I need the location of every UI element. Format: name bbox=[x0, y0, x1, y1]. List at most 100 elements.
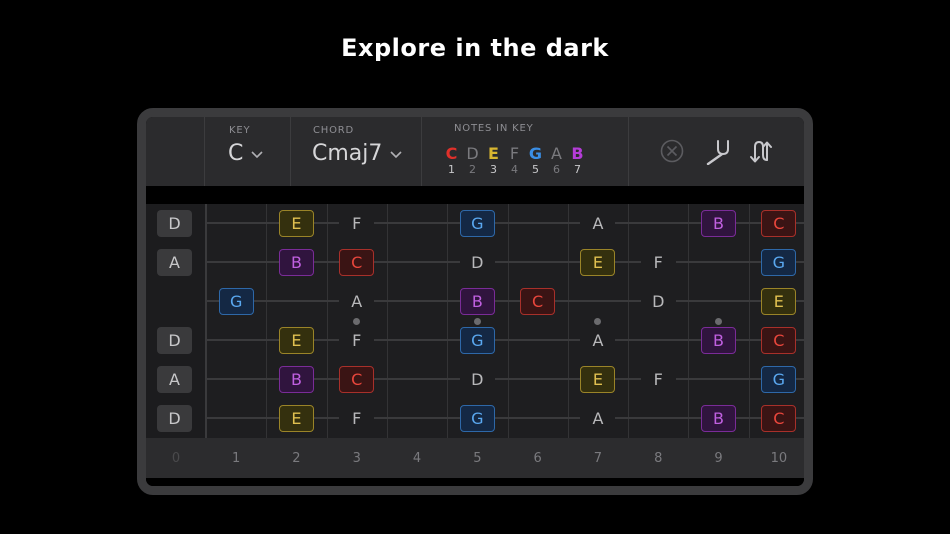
fret-number: 1 bbox=[232, 450, 241, 466]
scale-note[interactable]: A bbox=[580, 327, 616, 354]
key-note-degree: 3 bbox=[490, 163, 497, 176]
key-note-name: B bbox=[571, 144, 584, 163]
fret-number: 0 bbox=[171, 450, 181, 466]
open-string-note[interactable]: A bbox=[157, 249, 192, 276]
chord-tone-note[interactable]: C bbox=[761, 405, 797, 432]
key-note-degree: 6 bbox=[553, 163, 560, 176]
chord-tone-note[interactable]: B bbox=[701, 327, 737, 354]
fret-number: 8 bbox=[654, 450, 663, 466]
scale-note[interactable]: F bbox=[640, 366, 676, 393]
clear-icon[interactable] bbox=[658, 137, 686, 165]
key-note-name: E bbox=[488, 144, 499, 163]
key-value: C bbox=[228, 141, 244, 166]
scale-note[interactable]: F bbox=[339, 327, 375, 354]
divider bbox=[204, 117, 205, 186]
key-note: B7 bbox=[569, 144, 586, 177]
key-note-degree: 5 bbox=[532, 163, 539, 176]
chord-tone-note[interactable]: B bbox=[459, 288, 495, 315]
key-note-degree: 1 bbox=[448, 163, 455, 176]
key-note: G5 bbox=[527, 144, 544, 177]
fret-inlay-dot bbox=[473, 318, 481, 325]
chevron-down-icon bbox=[251, 150, 263, 158]
chord-tone-note[interactable]: C bbox=[761, 327, 797, 354]
scale-note[interactable]: D bbox=[640, 288, 676, 315]
scale-note[interactable]: F bbox=[640, 249, 676, 276]
chord-tone-note[interactable]: B bbox=[701, 405, 737, 432]
chord-selector[interactable]: Cmaj7 bbox=[312, 141, 404, 166]
chord-value: Cmaj7 bbox=[312, 141, 383, 166]
key-note: C1 bbox=[443, 144, 460, 177]
scale-note[interactable]: A bbox=[580, 405, 616, 432]
scale-note[interactable]: D bbox=[459, 249, 495, 276]
key-note: D2 bbox=[464, 144, 481, 177]
fret-inlay-dot bbox=[594, 318, 602, 325]
open-string-note[interactable]: D bbox=[157, 210, 192, 237]
fret-wire bbox=[266, 204, 268, 438]
chord-tone-note[interactable]: C bbox=[761, 210, 797, 237]
key-note-name: A bbox=[551, 144, 562, 163]
fret-number: 2 bbox=[292, 450, 301, 466]
fretboard[interactable]: 0 1 2 3 4 5 6 7 8 9 10 DEFGABCABCDEFGGABCDEDEFGABC… bbox=[146, 204, 804, 478]
divider bbox=[421, 117, 422, 186]
key-note-name: C bbox=[445, 144, 458, 163]
key-note-degree: 4 bbox=[511, 163, 518, 176]
open-string-note[interactable]: D bbox=[157, 327, 192, 354]
fret-wire bbox=[628, 204, 630, 438]
key-selector[interactable]: C bbox=[228, 141, 265, 166]
scale-note[interactable]: A bbox=[339, 288, 375, 315]
chord-tone-note[interactable]: B bbox=[278, 249, 314, 276]
chord-tone-note[interactable]: G bbox=[459, 210, 495, 237]
key-note-degree: 2 bbox=[469, 163, 476, 176]
chord-tone-note[interactable]: B bbox=[278, 366, 314, 393]
chord-tone-note[interactable]: B bbox=[701, 210, 737, 237]
fret-inlay-dot bbox=[353, 318, 361, 325]
chord-tone-note[interactable]: C bbox=[339, 249, 375, 276]
chord-tone-note[interactable]: G bbox=[459, 405, 495, 432]
open-string-note[interactable]: A bbox=[157, 366, 192, 393]
fret-wire bbox=[567, 204, 569, 438]
scale-note[interactable]: F bbox=[339, 210, 375, 237]
key-note: F4 bbox=[506, 144, 523, 177]
chord-tone-note[interactable]: E bbox=[278, 405, 314, 432]
key-note-name: F bbox=[509, 144, 520, 163]
headline: Explore in the dark bbox=[341, 34, 609, 62]
chord-tone-note[interactable]: G bbox=[218, 288, 254, 315]
chord-tone-note[interactable]: C bbox=[520, 288, 556, 315]
fret-wire bbox=[809, 204, 810, 438]
scale-note[interactable]: A bbox=[580, 210, 616, 237]
divider bbox=[628, 117, 629, 186]
fret-number: 9 bbox=[714, 450, 723, 466]
tuning-fork-icon[interactable] bbox=[702, 137, 730, 165]
chord-tone-note[interactable]: G bbox=[761, 366, 797, 393]
fret-wire bbox=[447, 204, 449, 438]
key-note: A6 bbox=[548, 144, 565, 177]
chord-tone-note[interactable]: G bbox=[761, 249, 797, 276]
scale-note[interactable]: F bbox=[339, 405, 375, 432]
top-bar: KEY C CHORD Cmaj7 NOTES IN KEY C1D2E3F4G… bbox=[146, 117, 804, 186]
key-note-name: G bbox=[528, 144, 543, 163]
fret-wire bbox=[386, 204, 388, 438]
chord-tone-note[interactable]: G bbox=[459, 327, 495, 354]
chord-tone-note[interactable]: E bbox=[278, 210, 314, 237]
scale-note[interactable]: D bbox=[459, 366, 495, 393]
chevron-down-icon bbox=[390, 150, 402, 158]
device-frame: KEY C CHORD Cmaj7 NOTES IN KEY C1D2E3F4G… bbox=[137, 108, 813, 495]
key-note-degree: 7 bbox=[574, 163, 581, 176]
nut bbox=[205, 204, 207, 478]
guitar-string bbox=[207, 300, 804, 302]
fret-number: 4 bbox=[412, 450, 422, 466]
key-note-name: D bbox=[466, 144, 479, 163]
chord-label: CHORD bbox=[313, 125, 355, 136]
chord-tone-note[interactable]: E bbox=[761, 288, 797, 315]
swap-icon[interactable] bbox=[746, 137, 774, 165]
chord-tone-note[interactable]: E bbox=[580, 366, 616, 393]
chord-tone-note[interactable]: E bbox=[278, 327, 314, 354]
divider bbox=[146, 186, 804, 204]
chord-tone-note[interactable]: E bbox=[580, 249, 616, 276]
open-string-note[interactable]: D bbox=[157, 405, 192, 432]
fret-number: 6 bbox=[533, 450, 542, 466]
key-note: E3 bbox=[485, 144, 502, 177]
chord-tone-note[interactable]: C bbox=[339, 366, 375, 393]
divider bbox=[146, 478, 804, 486]
notes-in-key: C1D2E3F4G5A6B7 bbox=[443, 144, 586, 177]
